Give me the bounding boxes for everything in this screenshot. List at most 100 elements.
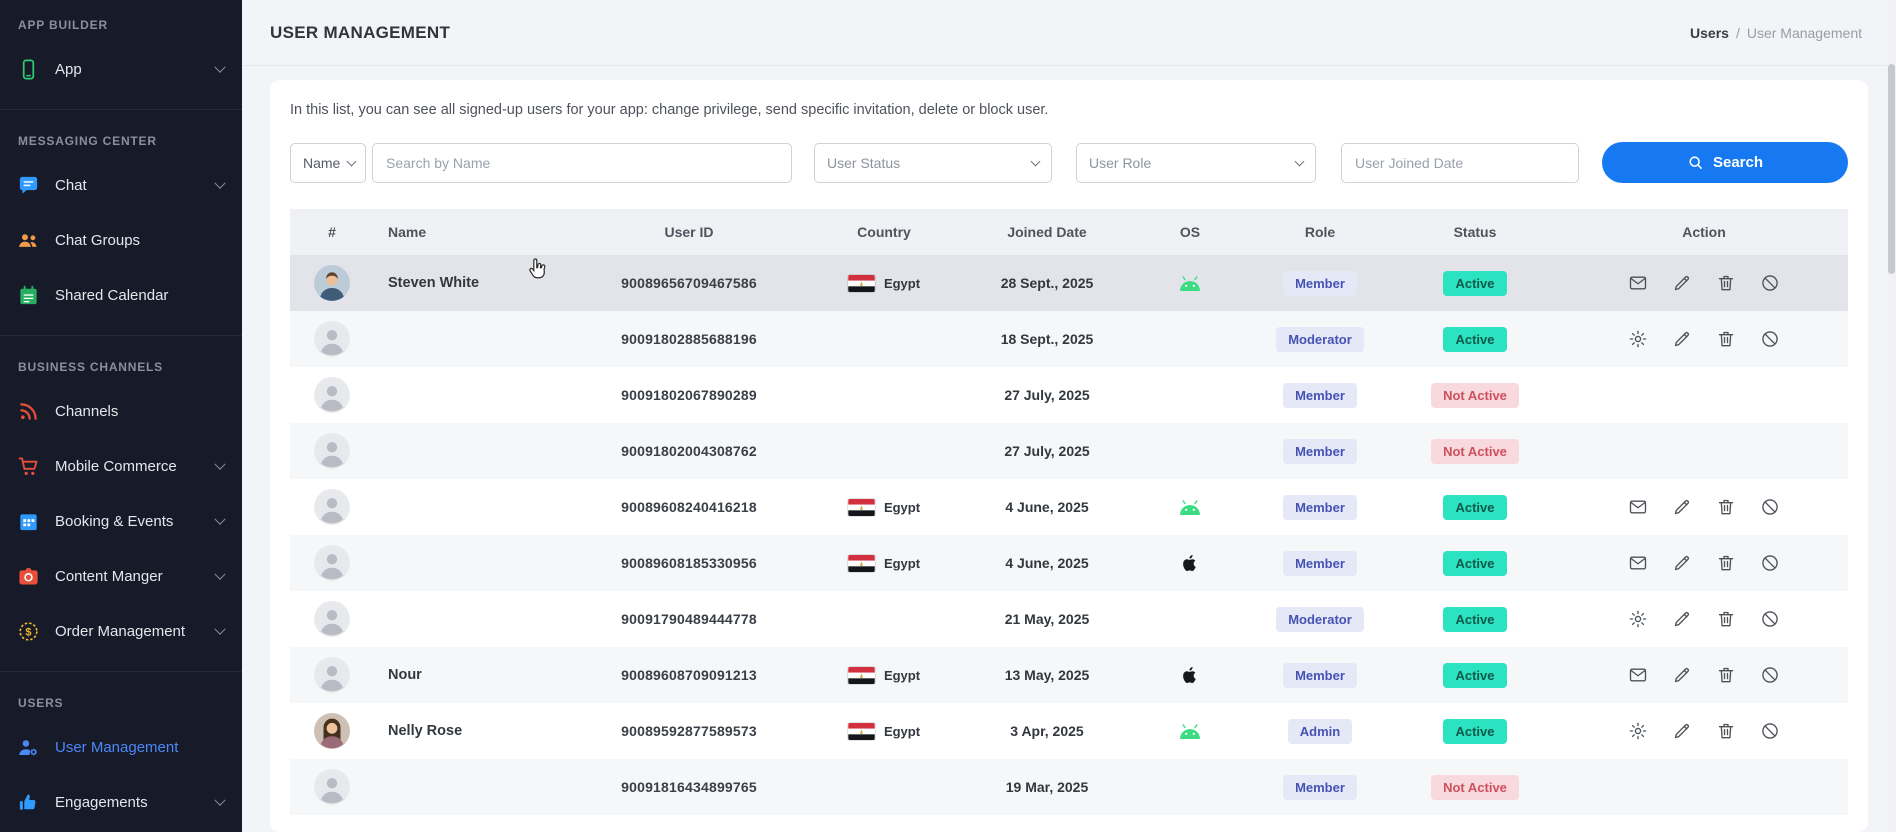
page-title: USER MANAGEMENT	[270, 23, 450, 43]
cell-avatar	[290, 591, 374, 647]
page-scrollbar[interactable]	[1887, 0, 1896, 832]
action-buttons	[1568, 721, 1840, 742]
sidebar-item-label: Shared Calendar	[55, 287, 224, 304]
cart-icon	[15, 453, 42, 480]
cell-status: Active	[1390, 703, 1560, 759]
country-label: Egypt	[884, 668, 920, 683]
edit-icon	[1672, 329, 1693, 349]
mail-action-button[interactable]	[1628, 553, 1649, 574]
cell-status: Active	[1390, 311, 1560, 367]
sidebar-section: BUSINESS CHANNELSChannelsMobile Commerce…	[0, 335, 242, 659]
delete-action-button[interactable]	[1716, 553, 1737, 574]
sidebar-item-mobile-commerce[interactable]: Mobile Commerce	[0, 439, 242, 494]
mail-action-button[interactable]	[1628, 497, 1649, 518]
scrollbar-thumb[interactable]	[1888, 64, 1895, 274]
delete-action-button[interactable]	[1716, 497, 1737, 518]
edit-action-button[interactable]	[1672, 329, 1693, 350]
user-row[interactable]: 9009181643489976519 Mar, 2025MemberNot A…	[290, 759, 1848, 815]
mail-action-button[interactable]	[1628, 665, 1649, 686]
users-table: #NameUser IDCountryJoined DateOSRoleStat…	[290, 209, 1848, 815]
cell-role: Member	[1250, 367, 1390, 423]
status-badge: Active	[1443, 495, 1506, 520]
avatar-placeholder-icon	[314, 377, 350, 413]
sidebar-item-engagements[interactable]: Engagements	[0, 775, 242, 830]
cell-actions	[1560, 367, 1848, 423]
user-status-select[interactable]: User Status	[814, 143, 1052, 183]
delete-action-button[interactable]	[1716, 609, 1737, 630]
edit-action-button[interactable]	[1672, 721, 1693, 742]
settings-action-button[interactable]	[1628, 609, 1649, 630]
egypt-flag-icon	[848, 723, 875, 740]
edit-action-button[interactable]	[1672, 553, 1693, 574]
search-button[interactable]: Search	[1602, 142, 1848, 183]
block-action-button[interactable]	[1760, 609, 1781, 630]
user-row[interactable]: Nelly Rose90089592877589573Egypt3 Apr, 2…	[290, 703, 1848, 759]
sidebar-item-channels[interactable]: Channels	[0, 384, 242, 439]
egypt-flag-icon	[848, 499, 875, 516]
breadcrumb-users-link[interactable]: Users	[1690, 25, 1729, 41]
edit-action-button[interactable]	[1672, 665, 1693, 686]
action-buttons	[1568, 609, 1840, 630]
cell-country	[804, 423, 964, 479]
edit-icon	[1672, 553, 1693, 573]
edit-action-button[interactable]	[1672, 273, 1693, 294]
block-action-button[interactable]	[1760, 497, 1781, 518]
country-label: Egypt	[884, 556, 920, 571]
settings-action-button[interactable]	[1628, 329, 1649, 350]
user-row[interactable]: 9009179048944477821 May, 2025ModeratorAc…	[290, 591, 1848, 647]
delete-action-button[interactable]	[1716, 721, 1737, 742]
user-joined-date-input[interactable]	[1341, 143, 1579, 183]
cell-actions	[1560, 255, 1848, 311]
mail-action-button[interactable]	[1628, 273, 1649, 294]
sidebar-item-user-management[interactable]: User Management	[0, 720, 242, 775]
sidebar-section: APP BUILDERApp	[0, 2, 242, 97]
sidebar-item-booking-events[interactable]: Booking & Events	[0, 494, 242, 549]
edit-action-button[interactable]	[1672, 497, 1693, 518]
user-row[interactable]: 9009180288568819618 Sept., 2025Moderator…	[290, 311, 1848, 367]
search-by-name-input[interactable]	[372, 143, 792, 183]
cell-os	[1130, 311, 1250, 367]
user-row[interactable]: Nour90089608709091213Egypt13 May, 2025Me…	[290, 647, 1848, 703]
delete-action-button[interactable]	[1716, 665, 1737, 686]
cell-status: Active	[1390, 535, 1560, 591]
mail-icon	[1628, 665, 1649, 685]
block-action-button[interactable]	[1760, 329, 1781, 350]
user-role-select[interactable]: User Role	[1076, 143, 1316, 183]
cell-avatar	[290, 479, 374, 535]
chevron-down-icon	[347, 156, 357, 166]
user-row[interactable]: Steven White90089656709467586Egypt28 Sep…	[290, 255, 1848, 311]
cell-avatar	[290, 367, 374, 423]
delete-action-button[interactable]	[1716, 329, 1737, 350]
user-row[interactable]: 9009180206789028927 July, 2025MemberNot …	[290, 367, 1848, 423]
settings-action-button[interactable]	[1628, 721, 1649, 742]
cell-status: Active	[1390, 647, 1560, 703]
user-row[interactable]: 90089608185330956Egypt4 June, 2025Member…	[290, 535, 1848, 591]
sidebar-item-chat[interactable]: Chat	[0, 158, 242, 213]
cell-role: Member	[1250, 759, 1390, 815]
egypt-flag-icon	[848, 555, 875, 572]
sidebar-item-app[interactable]: App	[0, 42, 242, 97]
sidebar-item-shared-calendar[interactable]: Shared Calendar	[0, 268, 242, 323]
user-row[interactable]: 90089608240416218Egypt4 June, 2025Member…	[290, 479, 1848, 535]
name-filter-select[interactable]: Name	[290, 143, 366, 183]
sidebar-item-order-management[interactable]: $Order Management	[0, 604, 242, 659]
panel-description: In this list, you can see all signed-up …	[290, 102, 1848, 118]
block-action-button[interactable]	[1760, 273, 1781, 294]
edit-action-button[interactable]	[1672, 609, 1693, 630]
sidebar-item-content-manger[interactable]: Content Manger	[0, 549, 242, 604]
column-header-country: Country	[804, 209, 964, 255]
chevron-down-icon	[214, 61, 225, 72]
sidebar-item-label: App	[55, 61, 216, 78]
block-action-button[interactable]	[1760, 553, 1781, 574]
block-icon	[1760, 497, 1781, 517]
page-header: USER MANAGEMENT Users / User Management	[242, 0, 1896, 66]
user-row[interactable]: 9009180200430876227 July, 2025MemberNot …	[290, 423, 1848, 479]
sidebar-item-chat-groups[interactable]: Chat Groups	[0, 213, 242, 268]
block-action-button[interactable]	[1760, 665, 1781, 686]
block-action-button[interactable]	[1760, 721, 1781, 742]
edit-icon	[1672, 609, 1693, 629]
cell-name: Nour	[374, 647, 574, 703]
cell-name	[374, 479, 574, 535]
delete-action-button[interactable]	[1716, 273, 1737, 294]
android-icon	[1177, 274, 1203, 290]
